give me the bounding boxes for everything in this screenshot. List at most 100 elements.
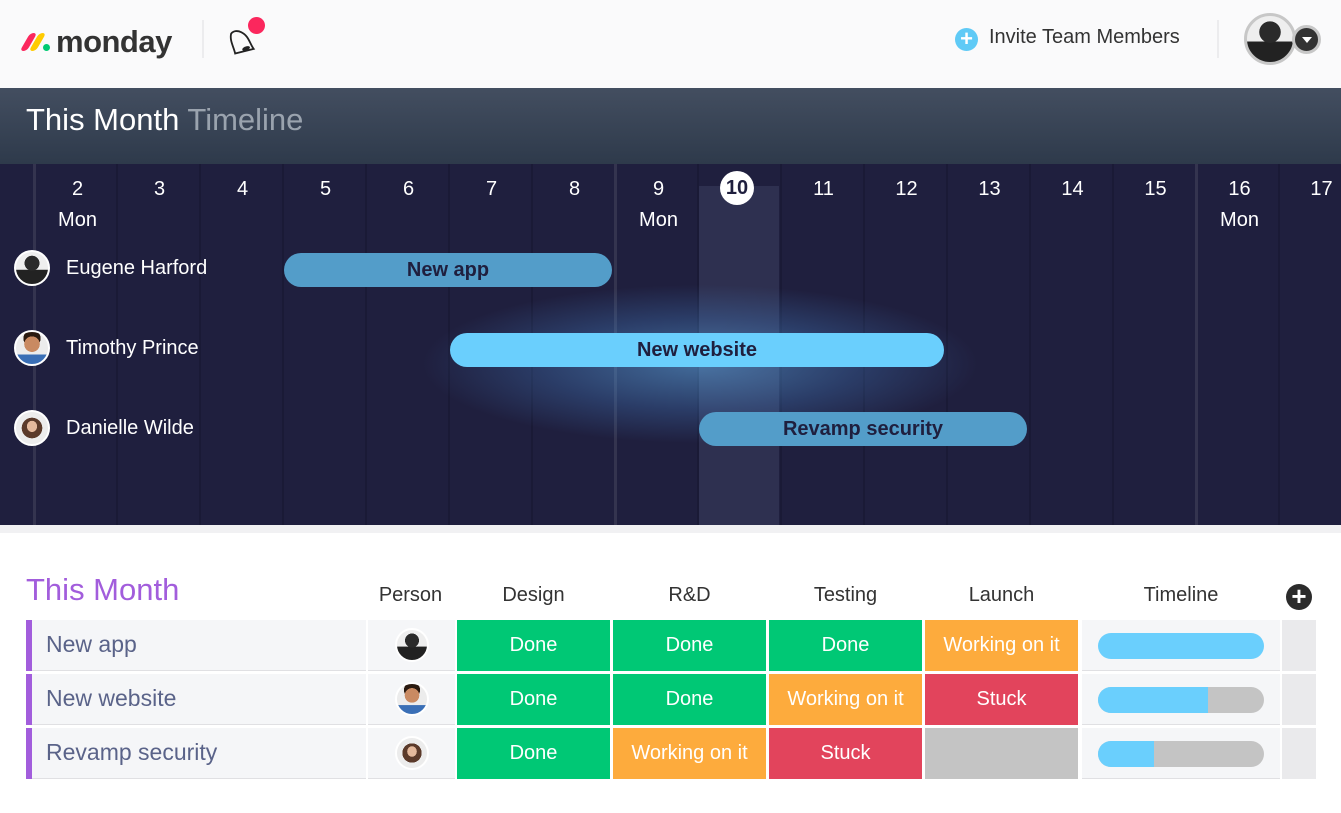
table-row: New app Done Done Done Working on it xyxy=(26,620,1316,671)
item-name-cell[interactable]: New app xyxy=(32,620,366,671)
timeline-title: This Month Timeline xyxy=(26,102,303,138)
timeline-title-main: This Month xyxy=(26,102,180,137)
avatar xyxy=(395,682,429,716)
invite-label: Invite Team Members xyxy=(989,26,1180,48)
avatar xyxy=(14,330,50,366)
status-cell-rnd[interactable]: Done xyxy=(613,620,766,671)
person-name: Eugene Harford xyxy=(66,256,208,279)
day-column: 5 xyxy=(282,164,365,525)
column-header-launch[interactable]: Launch xyxy=(925,584,1078,607)
timeline-bar-revamp-security[interactable]: Revamp security xyxy=(699,412,1027,446)
status-cell-testing[interactable]: Done xyxy=(769,620,922,671)
day-number: 13 xyxy=(978,178,1001,200)
timeline-cell[interactable] xyxy=(1082,620,1280,671)
table-row: New website Done Done Working on it Stuck xyxy=(26,674,1316,725)
item-name-cell[interactable]: New website xyxy=(32,674,366,725)
day-of-week: Mon xyxy=(58,209,97,231)
avatar xyxy=(14,410,50,446)
timeline-progress-fill xyxy=(1098,741,1155,767)
invite-team-members-button[interactable]: + Invite Team Members xyxy=(955,24,1180,51)
avatar xyxy=(395,736,429,770)
day-number: 7 xyxy=(485,178,498,200)
brand-name: monday xyxy=(56,24,172,59)
day-number: 9 xyxy=(652,178,665,200)
divider xyxy=(1217,20,1219,58)
column-header-testing[interactable]: Testing xyxy=(769,584,922,607)
today-marker: 10 xyxy=(720,171,754,205)
timeline-person: Danielle Wilde xyxy=(14,410,194,446)
day-number: 6 xyxy=(402,178,415,200)
day-number: 17 xyxy=(1310,178,1333,200)
timeline-cell[interactable] xyxy=(1082,728,1280,779)
monday-logo-icon xyxy=(19,30,54,54)
status-cell-design[interactable]: Done xyxy=(457,620,610,671)
day-number: 2 xyxy=(71,178,84,200)
day-number: 14 xyxy=(1061,178,1084,200)
item-name: New website xyxy=(46,685,177,711)
day-column: 16 Mon xyxy=(1195,164,1278,525)
timeline-cell[interactable] xyxy=(1082,674,1280,725)
status-cell-testing[interactable]: Working on it xyxy=(769,674,922,725)
divider xyxy=(202,20,204,58)
day-number: 12 xyxy=(895,178,918,200)
day-of-week: Mon xyxy=(1220,209,1259,231)
item-name: Revamp security xyxy=(46,739,218,765)
column-header-person[interactable]: Person xyxy=(367,584,454,607)
status-cell-launch[interactable] xyxy=(925,728,1078,779)
day-column: 14 xyxy=(1029,164,1112,525)
item-name: New app xyxy=(46,631,137,657)
row-end-cell xyxy=(1282,674,1316,725)
person-cell[interactable] xyxy=(368,674,455,725)
plus-circle-icon: + xyxy=(955,28,978,51)
timeline-progress xyxy=(1098,687,1264,713)
column-header-design[interactable]: Design xyxy=(457,584,610,607)
timeline-progress xyxy=(1098,633,1264,659)
user-avatar[interactable] xyxy=(1244,13,1296,65)
column-header-rnd[interactable]: R&D xyxy=(613,584,766,607)
column-header-timeline[interactable]: Timeline xyxy=(1082,584,1280,607)
status-cell-design[interactable]: Done xyxy=(457,728,610,779)
status-cell-rnd[interactable]: Working on it xyxy=(613,728,766,779)
table-row: Revamp security Done Working on it Stuck xyxy=(26,728,1316,779)
status-cell-testing[interactable]: Stuck xyxy=(769,728,922,779)
day-number: 5 xyxy=(319,178,332,200)
timeline-bar-new-app[interactable]: New app xyxy=(284,253,612,287)
day-number: 11 xyxy=(813,178,834,200)
person-name: Timothy Prince xyxy=(66,336,199,359)
day-number: 15 xyxy=(1144,178,1167,200)
day-column: 4 xyxy=(199,164,282,525)
notification-badge xyxy=(248,17,265,34)
status-cell-launch[interactable]: Working on it xyxy=(925,620,1078,671)
avatar xyxy=(395,628,429,662)
status-cell-rnd[interactable]: Done xyxy=(613,674,766,725)
add-column-button[interactable]: + xyxy=(1286,583,1312,610)
avatar xyxy=(14,250,50,286)
item-name-cell[interactable]: Revamp security xyxy=(32,728,366,779)
row-end-cell xyxy=(1282,620,1316,671)
day-of-week: Mon xyxy=(639,209,678,231)
day-number: 8 xyxy=(568,178,581,200)
timeline-bar-new-website[interactable]: New website xyxy=(450,333,944,367)
top-bar: monday + Invite Team Members xyxy=(0,0,1341,88)
monday-logo[interactable]: monday xyxy=(19,22,172,62)
status-cell-design[interactable]: Done xyxy=(457,674,610,725)
day-column: 17 xyxy=(1278,164,1341,525)
timeline-person: Eugene Harford xyxy=(14,250,207,286)
day-column: 15 xyxy=(1112,164,1195,525)
person-cell[interactable] xyxy=(368,620,455,671)
person-name: Danielle Wilde xyxy=(66,416,194,439)
group-title[interactable]: This Month xyxy=(26,572,179,608)
timeline-progress xyxy=(1098,741,1264,767)
status-cell-launch[interactable]: Stuck xyxy=(925,674,1078,725)
person-cell[interactable] xyxy=(368,728,455,779)
chevron-down-icon[interactable] xyxy=(1292,25,1321,54)
timeline-progress-fill xyxy=(1098,633,1264,659)
day-number: 4 xyxy=(236,178,249,200)
row-end-cell xyxy=(1282,728,1316,779)
timeline-grid: 17 16 Mon 15 14 13 12 11 9 Mon 8 7 6 5 4 3 2 Mon Eugene H… xyxy=(0,164,1341,525)
day-number: 16 xyxy=(1228,178,1251,200)
timeline-title-muted: Timeline xyxy=(187,102,304,137)
timeline-progress-fill xyxy=(1098,687,1208,713)
timeline-person: Timothy Prince xyxy=(14,330,199,366)
day-number: 3 xyxy=(153,178,166,200)
